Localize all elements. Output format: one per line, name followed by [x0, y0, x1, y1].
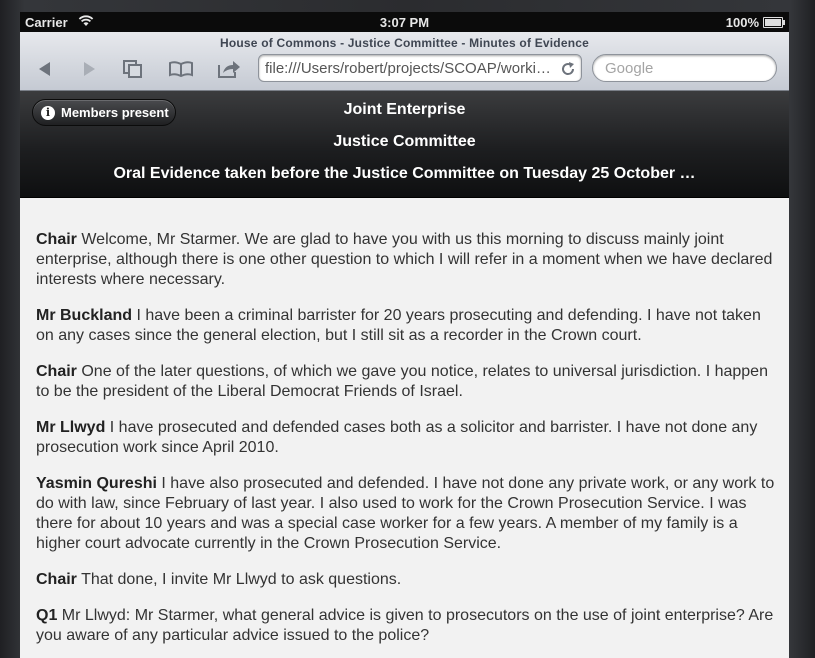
page-title: House of Commons - Justice Committee - M…: [220, 36, 589, 50]
speaker-name: Q1: [36, 607, 58, 624]
forward-button[interactable]: [76, 57, 102, 81]
evidence-content: Chair Welcome, Mr Starmer. We are glad t…: [20, 198, 789, 658]
speech-text: Mr Llwyd: Mr Starmer, what general advic…: [36, 607, 774, 644]
speaker-name: Yasmin Qureshi: [36, 475, 157, 492]
back-arrow-icon: [39, 62, 50, 76]
header-committee: Justice Committee: [333, 133, 476, 150]
header-subtitle: Oral Evidence taken before the Justice C…: [113, 165, 696, 182]
transcript-paragraph: Chair One of the later questions, of whi…: [36, 362, 781, 402]
reload-icon[interactable]: [560, 61, 576, 77]
bookmarks-button[interactable]: [168, 57, 194, 81]
share-icon: [218, 61, 240, 78]
speaker-name: Chair: [36, 571, 77, 588]
speech-text: That done, I invite Mr Llwyd to ask ques…: [76, 571, 402, 588]
forward-arrow-icon: [84, 62, 95, 76]
url-text: file:///Users/robert/projects/SCOAP/work…: [265, 60, 555, 77]
share-button[interactable]: [216, 57, 242, 81]
header-title: Joint Enterprise: [343, 101, 466, 118]
transcript-paragraph: Mr Buckland I have been a criminal barri…: [36, 306, 781, 346]
browser-toolbar: House of Commons - Justice Committee - M…: [20, 32, 789, 91]
status-bar: Carrier 3:07 PM 100%: [20, 12, 789, 32]
speaker-name: Chair: [36, 363, 77, 380]
speech-text: I have been a criminal barrister for 20 …: [36, 307, 761, 344]
speech-text: I have prosecuted and defended cases bot…: [36, 419, 758, 456]
battery-icon: [763, 17, 785, 28]
transcript-paragraph: Yasmin Qureshi I have also prosecuted an…: [36, 474, 781, 554]
transcript-paragraph: Mr Llwyd I have prosecuted and defended …: [36, 418, 781, 458]
clock-time: 3:07 PM: [379, 15, 430, 30]
search-input[interactable]: Google: [592, 54, 777, 82]
document-header: i Members present Joint Enterprise Justi…: [20, 91, 789, 198]
back-button[interactable]: [32, 57, 58, 81]
bookmarks-book-icon: [169, 61, 193, 78]
url-field[interactable]: file:///Users/robert/projects/SCOAP/work…: [258, 54, 582, 82]
transcript-paragraph: Chair That done, I invite Mr Llwyd to as…: [36, 570, 781, 590]
speaker-name: Mr Buckland: [36, 307, 133, 324]
speaker-name: Mr Llwyd: [36, 419, 106, 436]
speech-text: One of the later questions, of which we …: [36, 363, 768, 400]
tabs-icon: [123, 60, 142, 78]
speech-text: Welcome, Mr Starmer. We are glad to have…: [36, 231, 773, 288]
transcript-paragraph: Q1 Mr Llwyd: Mr Starmer, what general ad…: [36, 606, 781, 646]
battery-percent: 100%: [725, 15, 759, 30]
speaker-name: Chair: [36, 231, 77, 248]
tabs-button[interactable]: [120, 57, 146, 81]
transcript-paragraph: Chair Welcome, Mr Starmer. We are glad t…: [36, 230, 781, 290]
